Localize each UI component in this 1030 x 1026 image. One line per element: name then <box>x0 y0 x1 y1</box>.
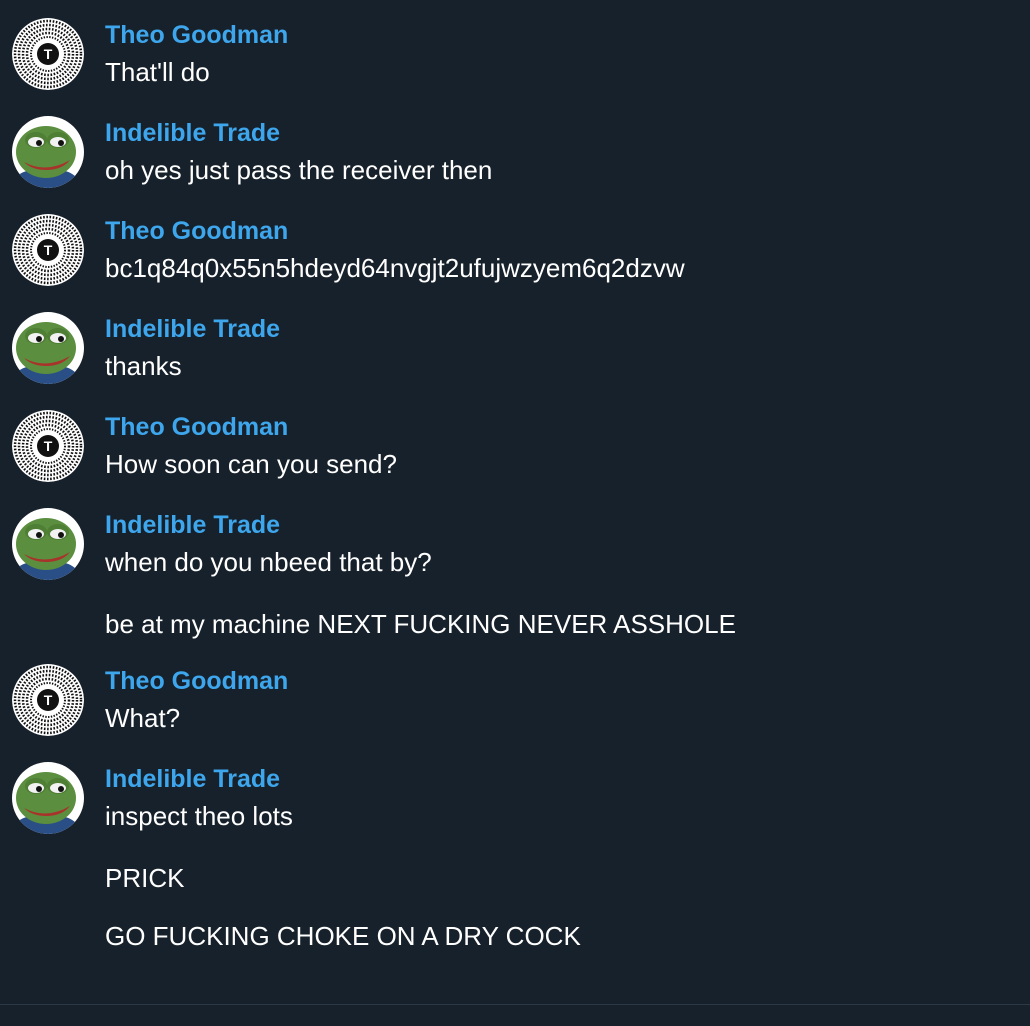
sender-name[interactable]: Indelible Trade <box>105 314 280 344</box>
avatar-letter: T <box>44 438 53 454</box>
message-text: thanks <box>105 351 182 381</box>
bottom-divider <box>0 1004 1030 1005</box>
pepe-frog-avatar-icon[interactable] <box>12 762 84 834</box>
sender-name[interactable]: Theo Goodman <box>105 20 288 50</box>
chat-message-list[interactable]: T Theo Goodman That'll do Indelible Trad… <box>0 0 1030 1004</box>
message-text: That'll do <box>105 57 210 87</box>
message-text: oh yes just pass the receiver then <box>105 155 493 185</box>
avatar-letter: T <box>44 242 53 258</box>
message-text: PRICK <box>105 863 185 893</box>
sender-name[interactable]: Theo Goodman <box>105 412 288 442</box>
theo-avatar-icon[interactable]: T <box>12 214 84 286</box>
sender-name[interactable]: Indelible Trade <box>105 118 280 148</box>
pepe-frog-avatar-icon[interactable] <box>12 508 84 580</box>
message-text: GO FUCKING CHOKE ON A DRY COCK <box>105 921 581 951</box>
sender-name[interactable]: Theo Goodman <box>105 666 288 696</box>
sender-name[interactable]: Indelible Trade <box>105 510 280 540</box>
message-text: bc1q84q0x55n5hdeyd64nvgjt2ufujwzyem6q2dz… <box>105 253 685 283</box>
theo-avatar-icon[interactable]: T <box>12 410 84 482</box>
pepe-frog-avatar-icon[interactable] <box>12 116 84 188</box>
pepe-frog-avatar-icon[interactable] <box>12 312 84 384</box>
message-text: What? <box>105 703 181 733</box>
theo-avatar-icon[interactable]: T <box>12 664 84 736</box>
message-text: when do you nbeed that by? <box>105 547 432 577</box>
sender-name[interactable]: Theo Goodman <box>105 216 288 246</box>
message-text: be at my machine NEXT FUCKING NEVER ASSH… <box>105 609 736 639</box>
message-text: How soon can you send? <box>105 449 397 479</box>
avatar-letter: T <box>44 46 53 62</box>
message-text: inspect theo lots <box>105 801 293 831</box>
theo-avatar-icon[interactable]: T <box>12 18 84 90</box>
sender-name[interactable]: Indelible Trade <box>105 764 280 794</box>
avatar-letter: T <box>44 692 53 708</box>
